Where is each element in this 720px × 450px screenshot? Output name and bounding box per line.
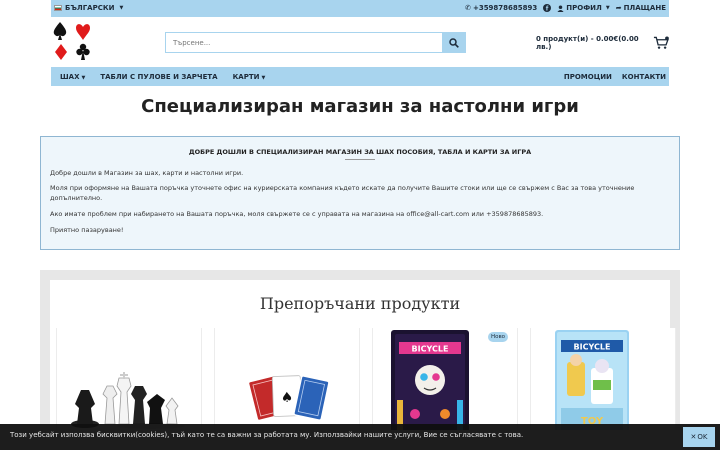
welcome-box: ДОБРЕ ДОШЛИ В СПЕЦИАЛИЗИРАН МАГАЗИН ЗА Ш… [40,136,680,250]
product-card-playing-cards[interactable]: ♠ [214,328,360,430]
product-card-bicycle-coco[interactable]: BICYCLE [372,328,518,430]
nav-item-promotions[interactable]: ПРОМОЦИИ [564,73,612,81]
cookie-accept-label: OK [697,433,708,441]
svg-text:BICYCLE: BICYCLE [412,345,449,354]
chevron-down-icon: ▼ [119,5,124,11]
phone-link[interactable]: ✆ +359878685893 [465,4,537,12]
language-label: БЪЛГАРСКИ [65,4,115,12]
language-selector[interactable]: БЪЛГАРСКИ ▼ [54,4,123,12]
bulgarian-flag-icon [54,5,62,11]
search-icon [448,37,459,48]
facebook-icon: f [543,4,552,13]
welcome-paragraph: Добре дошли в Магазин за шах, карти и на… [50,169,244,177]
search-button[interactable] [442,33,465,52]
main-nav: ШАХ ▼ ТАБЛИ С ПУЛОВЕ И ЗАРЧЕТА КАРТИ ▼ ПРО… [51,67,669,86]
product-card-chess[interactable] [56,328,202,430]
cart-summary: 0 продукт(и) - 0.00€(0.00 лв.) [536,34,639,51]
user-icon [557,4,564,12]
top-bar: БЪЛГАРСКИ ▼ ✆ +359878685893 f ПРОФИЛ ▼ ➦… [51,0,669,17]
playing-cards-image: ♠ [247,374,330,422]
nav-item-chess[interactable]: ШАХ ▼ [60,73,85,81]
nav-item-contacts[interactable]: КОНТАКТИ [622,73,666,81]
checkout-link[interactable]: ➦ ПЛАЩАНЕ [616,4,666,12]
svg-text:BICYCLE: BICYCLE [574,343,611,352]
close-icon: ✕ [690,433,697,441]
nav-item-backgammon[interactable]: ТАБЛИ С ПУЛОВЕ И ЗАРЧЕТА [100,73,217,81]
card-suits-logo-icon [53,22,90,60]
toy-story-deck-image: BICYCLE TOY [555,330,629,430]
phone-icon: ✆ [465,4,471,12]
welcome-paragraph: Моля при оформяне на Вашата поръчка уточ… [50,184,635,202]
search-bar [165,32,466,53]
cookie-accept-button[interactable]: ✕ OK [683,427,715,447]
chess-pieces-image [71,372,185,429]
cart-button[interactable]: 0 продукт(и) - 0.00€(0.00 лв.) [536,32,670,53]
welcome-paragraph: Ако имате проблем при набирането на Ваша… [50,210,544,218]
featured-products: Препоръчани продукти ♠ BICYCLE BICYCLE T… [40,270,680,430]
welcome-paragraph: Приятно пазаруване! [50,226,124,234]
chevron-down-icon: ▼ [261,75,266,81]
site-logo[interactable] [52,20,94,64]
facebook-link[interactable]: f [543,4,552,13]
bicycle-deck-image: BICYCLE [391,330,469,430]
phone-number: +359878685893 [472,4,538,12]
chevron-down-icon: ▼ [605,5,610,11]
divider [345,159,375,160]
new-badge: Ново [488,332,508,342]
section-title: Препоръчани продукти [259,294,461,313]
product-card-bicycle-toy-story[interactable]: BICYCLE TOY [530,328,676,430]
share-arrow-icon: ➦ [615,4,622,12]
nav-label: ШАХ [60,73,80,81]
page-title: Специализиран магазин за настолни игри [141,96,579,117]
welcome-title: ДОБРЕ ДОШЛИ В СПЕЦИАЛИЗИРАН МАГАЗИН ЗА Ш… [188,148,532,156]
cookie-text: Този уебсайт използва бисквитки(cookies)… [10,431,524,439]
svg-text:♠: ♠ [280,390,293,406]
search-input[interactable] [166,33,442,52]
checkout-label: ПЛАЩАНЕ [623,4,666,12]
profile-label: ПРОФИЛ [566,4,602,12]
nav-label: КАРТИ [232,73,260,81]
shopping-cart-icon [654,35,670,49]
chevron-down-icon: ▼ [81,75,86,81]
svg-text:f: f [546,6,549,13]
nav-item-cards[interactable]: КАРТИ ▼ [233,73,266,81]
profile-menu[interactable]: ПРОФИЛ ▼ [557,4,610,12]
cookie-banner: Този уебсайт използва бисквитки(cookies)… [0,424,720,450]
